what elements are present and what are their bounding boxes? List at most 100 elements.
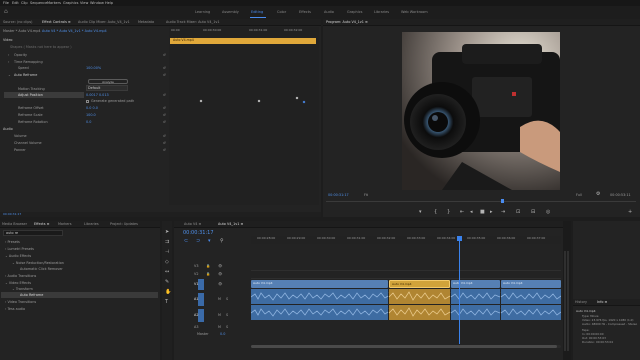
mute-button[interactable]: M <box>218 313 221 317</box>
mute-button[interactable]: M <box>218 325 221 329</box>
reset-reframe-rotation-icon[interactable]: ↺ <box>163 120 166 124</box>
reset-speed-icon[interactable]: ↺ <box>163 66 166 70</box>
go-to-in-icon[interactable]: ⇤ <box>460 209 464 215</box>
tree-item-tess-audio[interactable]: › Tess audio <box>5 307 25 311</box>
video-clip[interactable]: Auto V4.mp4 <box>251 280 388 288</box>
property-adjust-position[interactable]: Adjust Position <box>18 93 43 97</box>
motion-tracking-dropdown[interactable]: Default <box>86 85 128 91</box>
tree-item-click-remover[interactable]: Automatic Click Remover <box>20 267 63 271</box>
button-editor-icon[interactable]: + <box>628 209 632 215</box>
ripple-edit-tool-icon[interactable]: ⊣ <box>165 249 169 255</box>
tree-item-audio-effects[interactable]: ⌄ Audio Effects <box>5 254 31 258</box>
solo-button[interactable]: S <box>226 313 228 317</box>
menu-graphics[interactable]: Graphics <box>63 1 78 5</box>
track-header-a3[interactable]: A3 M S <box>190 324 248 331</box>
reset-panner-icon[interactable]: ↺ <box>163 148 166 152</box>
tab-metadata[interactable]: Metadata <box>138 20 154 24</box>
expand-time-remap-icon[interactable]: › <box>8 60 9 64</box>
timeline-timecode[interactable]: 00:00:31:17 <box>183 230 214 236</box>
tab-markers[interactable]: Markers <box>58 222 72 226</box>
play-icon[interactable]: ■ <box>480 209 485 215</box>
master-volume-value[interactable]: 0.0 <box>220 332 225 336</box>
tab-effect-controls[interactable]: Effect Controls ≡ <box>42 20 71 24</box>
effect-channel-volume[interactable]: Channel Volume <box>14 141 42 145</box>
source-patch-v1[interactable] <box>198 279 204 290</box>
effect-time-remapping[interactable]: Time Remapping <box>14 60 43 64</box>
mute-button[interactable]: M <box>218 297 221 301</box>
reframe-rotation-value[interactable]: 0.0 <box>86 120 91 124</box>
program-video-frame[interactable] <box>402 32 560 190</box>
tree-item-presets[interactable]: › Presets <box>5 240 20 244</box>
reset-reframe-offset-icon[interactable]: ↺ <box>163 106 166 110</box>
expand-opacity-icon[interactable]: › <box>8 53 9 57</box>
program-scrub-bar[interactable] <box>326 201 636 202</box>
video-clip[interactable]: Auto V4.mp4 <box>501 280 561 288</box>
tab-sequence-auto-v4[interactable]: Auto V4 ≡ <box>184 222 201 226</box>
master-source-label[interactable]: Master * Auto V4.mp4 <box>3 29 41 33</box>
menu-clip[interactable]: Clip <box>21 1 28 5</box>
keyframe-selected[interactable] <box>302 100 306 104</box>
tab-effects[interactable]: Effects ≡ <box>34 222 49 226</box>
track-header-a1[interactable]: A1 M S <box>190 293 248 307</box>
reset-auto-reframe-icon[interactable]: ↺ <box>163 73 166 77</box>
expand-auto-reframe-icon[interactable]: ⌄ <box>8 73 11 77</box>
effect-opacity[interactable]: Opacity <box>14 53 27 57</box>
menu-edit[interactable]: Edit <box>12 1 19 5</box>
track-select-tool-icon[interactable]: ⇉ <box>165 239 169 245</box>
tree-item-video-transitions[interactable]: › Video Transitions <box>5 300 36 304</box>
eye-icon[interactable]: 👁 <box>218 272 222 276</box>
menu-help[interactable]: Help <box>105 1 113 5</box>
track-header-v1[interactable]: V1 👁 <box>190 279 248 291</box>
lift-icon[interactable]: ⊡ <box>516 209 520 215</box>
lock-icon[interactable]: 🔒 <box>206 272 210 276</box>
tree-item-transform[interactable]: ⌄ Transform <box>12 287 33 291</box>
effect-mini-timeline[interactable]: 00:00 00:00:30:00 00:00:31:00 00:00:32:0… <box>169 27 319 205</box>
effects-search-input[interactable]: auto re <box>3 230 63 236</box>
go-to-out-icon[interactable]: ⇥ <box>501 209 505 215</box>
reframe-scale-value[interactable]: 100.0 <box>86 113 96 117</box>
solo-button[interactable]: S <box>226 325 228 329</box>
video-clip-selected[interactable]: Auto V4.mp4 <box>389 280 450 288</box>
razor-tool-icon[interactable]: ◇ <box>165 259 169 265</box>
effect-volume[interactable]: Volume <box>14 134 27 138</box>
reset-volume-icon[interactable]: ↺ <box>163 134 166 138</box>
track-header-v2[interactable]: V2 🔒 👁 <box>190 271 248 278</box>
workspace-editing[interactable]: Editing <box>251 10 263 14</box>
generate-path-checkbox[interactable] <box>86 100 89 103</box>
hand-tool-icon[interactable]: ✋ <box>165 289 171 295</box>
program-playhead[interactable] <box>501 199 504 203</box>
mark-in-icon[interactable]: { <box>434 209 437 215</box>
settings-icon[interactable]: ⚙ <box>596 191 600 197</box>
audio-clips[interactable] <box>251 289 561 320</box>
step-forward-icon[interactable]: ▸ <box>490 209 493 215</box>
tab-program[interactable]: Program: Auto V4_1v1 ≡ <box>326 20 368 24</box>
tree-item-noise-reduction[interactable]: ⌄ Noise Reduction/Restoration <box>12 261 64 265</box>
effect-controls-timecode[interactable]: 00:00:31:17 <box>3 212 21 216</box>
tab-media-browser[interactable]: Media Browser <box>2 222 27 226</box>
menu-sequence[interactable]: Sequence <box>30 1 47 5</box>
reset-channel-volume-icon[interactable]: ↺ <box>163 141 166 145</box>
tree-item-lumetri-presets[interactable]: › Lumetri Presets <box>5 247 34 251</box>
tab-info[interactable]: Info ≡ <box>597 300 607 304</box>
source-patch-a1[interactable] <box>198 293 204 306</box>
menu-markers[interactable]: Markers <box>47 1 61 5</box>
quality-dropdown[interactable]: Full <box>576 193 582 197</box>
workspace-audio[interactable]: Audio <box>324 10 334 14</box>
clip-source-label[interactable]: Auto V4 * Auto V4_1v1 * Auto V4.mp4 <box>42 29 107 33</box>
fit-dropdown[interactable]: Fit <box>364 193 368 197</box>
workspace-libraries[interactable]: Libraries <box>374 10 389 14</box>
tree-item-audio-transitions[interactable]: › Audio Transitions <box>5 274 36 278</box>
snap-icon[interactable]: ⊂ <box>184 238 188 244</box>
lock-icon[interactable]: 🔒 <box>206 264 210 268</box>
tree-item-video-effects[interactable]: ⌄ Video Effects <box>5 281 31 285</box>
tab-audio-clip-mixer[interactable]: Audio Clip Mixer: Auto_V4_1v1 <box>78 20 130 24</box>
keyframe[interactable] <box>257 99 261 103</box>
add-marker-timeline-icon[interactable]: ▾ <box>208 238 211 244</box>
reset-opacity-icon[interactable]: ↺ <box>163 53 166 57</box>
export-frame-icon[interactable]: ◎ <box>546 209 550 215</box>
keyframe[interactable] <box>199 99 203 103</box>
analyze-button[interactable]: Analyze <box>88 79 128 84</box>
effect-panner[interactable]: Panner <box>14 148 26 152</box>
tab-audio-track-mixer[interactable]: Audio Track Mixer: Auto V4_1v1 <box>166 20 220 24</box>
home-icon[interactable]: ⌂ <box>4 8 8 15</box>
